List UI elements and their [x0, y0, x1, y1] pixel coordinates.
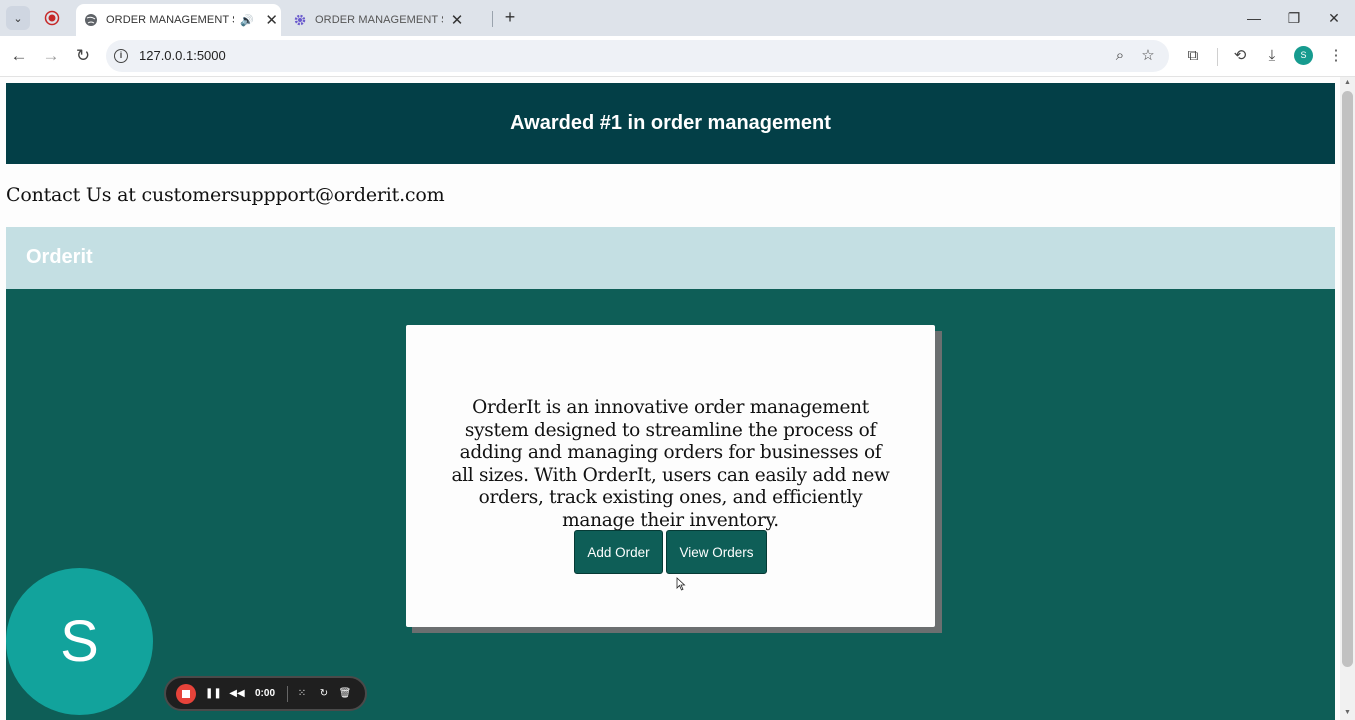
add-order-button[interactable]: Add Order	[574, 530, 663, 574]
tab-order-management-inactive[interactable]: ORDER MANAGEMENT SYSTEM ✕	[285, 4, 490, 36]
recording-indicator-icon[interactable]	[44, 10, 60, 26]
restore-button[interactable]: ❐	[1284, 8, 1304, 28]
tab-close-icon[interactable]: ✕	[264, 11, 280, 29]
scroll-down-arrow-icon[interactable]: ▼	[1343, 709, 1352, 716]
address-url[interactable]: 127.0.0.1:5000	[139, 48, 226, 63]
browser-tab-bar: ⌄ ORDER MANAGEMENT SYS 🔊 ✕ ORDER MANAGEM…	[0, 0, 1355, 36]
recording-timer: 0:00	[254, 688, 275, 699]
tab-close-icon[interactable]: ✕	[449, 11, 465, 29]
intro-description: OrderIt is an innovative order managemen…	[451, 397, 890, 531]
brand-logo-text[interactable]: Orderit	[26, 246, 93, 269]
grid-icon[interactable]: ⁙	[294, 686, 310, 702]
address-bar[interactable]: i 127.0.0.1:5000 ⌕ ☆	[106, 40, 1169, 72]
tab-search-chevron-icon[interactable]: ⌄	[6, 6, 30, 30]
contact-text: Contact Us at customersuppport@orderit.c…	[6, 184, 445, 206]
scroll-up-arrow-icon[interactable]: ▲	[1343, 79, 1352, 86]
tab-title: ORDER MANAGEMENT SYSTEM	[315, 14, 443, 26]
profile-avatar[interactable]: S	[1294, 46, 1313, 65]
mouse-cursor-icon	[676, 577, 686, 591]
view-orders-button[interactable]: View Orders	[666, 530, 767, 574]
tab-divider	[492, 11, 493, 27]
restart-icon[interactable]: ↻	[316, 686, 332, 702]
webcam-avatar[interactable]: S	[6, 568, 153, 715]
site-info-icon[interactable]: i	[114, 49, 128, 63]
globe-icon	[85, 14, 97, 26]
forward-arrow-icon[interactable]: →	[39, 44, 63, 68]
extensions-puzzle-icon[interactable]: ⧉	[1181, 44, 1205, 68]
stop-recording-button[interactable]	[176, 684, 196, 704]
zoom-icon[interactable]: ⌕	[1110, 46, 1130, 66]
bookmark-star-icon[interactable]: ☆	[1138, 46, 1158, 66]
reload-icon[interactable]: ↻	[71, 44, 95, 68]
minimize-button[interactable]: —	[1244, 8, 1264, 28]
rewind-icon[interactable]: ◀◀	[228, 686, 246, 702]
scrollbar-thumb[interactable]	[1342, 91, 1353, 667]
more-menu-icon[interactable]: ⋮	[1324, 44, 1348, 68]
tab-order-management-active[interactable]: ORDER MANAGEMENT SYS 🔊 ✕	[76, 4, 281, 36]
new-tab-button[interactable]: +	[500, 7, 520, 27]
screen-recorder-controls: ❚❚ ◀◀ 0:00 ⁙ ↻ 🗑	[164, 676, 367, 711]
page-viewport: Awarded #1 in order management Contact U…	[0, 77, 1355, 720]
trash-icon[interactable]: 🗑	[337, 686, 353, 702]
gear-favicon-icon	[294, 14, 306, 26]
banner-heading: Awarded #1 in order management	[510, 112, 831, 134]
award-banner: Awarded #1 in order management	[6, 83, 1335, 164]
intro-card: OrderIt is an innovative order managemen…	[406, 325, 935, 627]
download-icon[interactable]: ⤓	[1260, 44, 1284, 68]
recorder-divider	[287, 686, 288, 702]
tab-title: ORDER MANAGEMENT SYS	[106, 14, 234, 26]
browser-toolbar: ← → ↻ i 127.0.0.1:5000 ⌕ ☆ ⧉ ⟲ ⤓ S ⋮	[0, 36, 1355, 77]
window-close-button[interactable]: ✕	[1324, 8, 1344, 28]
brand-navbar: Orderit	[6, 227, 1335, 289]
pause-icon[interactable]: ❚❚	[205, 686, 222, 702]
back-arrow-icon[interactable]: ←	[7, 44, 31, 68]
media-control-icon[interactable]: ⟲	[1228, 44, 1252, 68]
toolbar-divider	[1217, 48, 1218, 66]
speaker-icon[interactable]: 🔊	[240, 14, 254, 27]
page-scrollbar[interactable]: ▲ ▼	[1340, 77, 1355, 720]
